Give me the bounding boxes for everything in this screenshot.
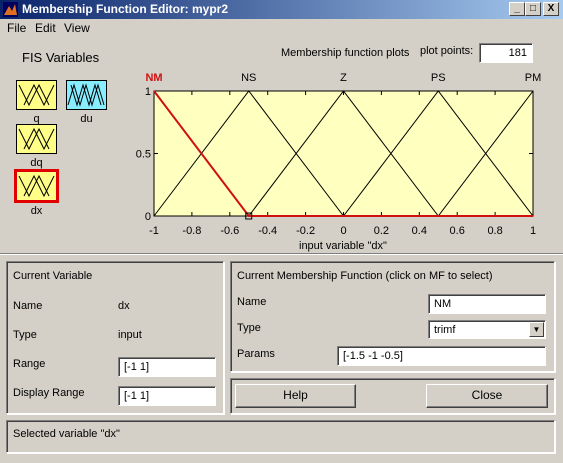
- close-button[interactable]: Close: [426, 384, 548, 408]
- y-tick-label: 1: [145, 86, 151, 98]
- mf-label-ns[interactable]: NS: [241, 72, 256, 84]
- cv-name-label: Name: [13, 300, 43, 312]
- mf-name-label: Name: [237, 296, 267, 308]
- mf-label-z[interactable]: Z: [340, 72, 347, 84]
- mf-label-ps[interactable]: PS: [431, 72, 446, 84]
- cv-name-value: dx: [118, 300, 130, 312]
- x-tick-label: -0.6: [220, 225, 239, 237]
- mf-type-value: trimf: [434, 324, 456, 336]
- mf-params-field[interactable]: [-1.5 -1 -0.5]: [337, 346, 546, 366]
- mf-type-dropdown[interactable]: trimf ▼: [428, 320, 546, 339]
- mf-label-pm[interactable]: PM: [525, 72, 542, 84]
- status-text: Selected variable "dx": [13, 428, 120, 440]
- section-divider: [0, 253, 563, 255]
- x-tick-label: -0.2: [296, 225, 315, 237]
- cv-range-label: Range: [13, 358, 46, 370]
- y-tick-label: 0.5: [136, 149, 151, 161]
- x-tick-label: 0.2: [374, 225, 389, 237]
- x-tick-label: -1: [149, 225, 159, 237]
- range-field[interactable]: [-1 1]: [118, 357, 216, 377]
- x-tick-label: 0.6: [450, 225, 465, 237]
- mf-label-nm[interactable]: NM: [145, 72, 162, 84]
- mf-type-label: Type: [237, 322, 261, 334]
- dropdown-arrow-icon[interactable]: ▼: [529, 322, 544, 337]
- help-button[interactable]: Help: [235, 384, 356, 408]
- current-mf-heading: Current Membership Function (click on MF…: [237, 270, 493, 282]
- y-tick-label: 0: [145, 211, 151, 223]
- mf-params-label: Params: [237, 348, 275, 360]
- mf-name-field[interactable]: NM: [428, 294, 546, 314]
- x-tick-label: 0.8: [487, 225, 502, 237]
- cv-type-label: Type: [13, 329, 37, 341]
- x-axis-label: input variable "dx": [299, 240, 387, 252]
- x-tick-label: -0.8: [182, 225, 201, 237]
- plot-area: [153, 90, 534, 217]
- cv-type-value: input: [118, 329, 142, 341]
- x-tick-label: -0.4: [258, 225, 277, 237]
- x-tick-label: 0: [340, 225, 346, 237]
- x-tick-label: 0.4: [412, 225, 427, 237]
- current-variable-heading: Current Variable: [13, 270, 93, 282]
- cv-display-range-label: Display Range: [13, 387, 85, 399]
- display-range-field[interactable]: [-1 1]: [118, 386, 216, 406]
- x-tick-label: 1: [530, 225, 536, 237]
